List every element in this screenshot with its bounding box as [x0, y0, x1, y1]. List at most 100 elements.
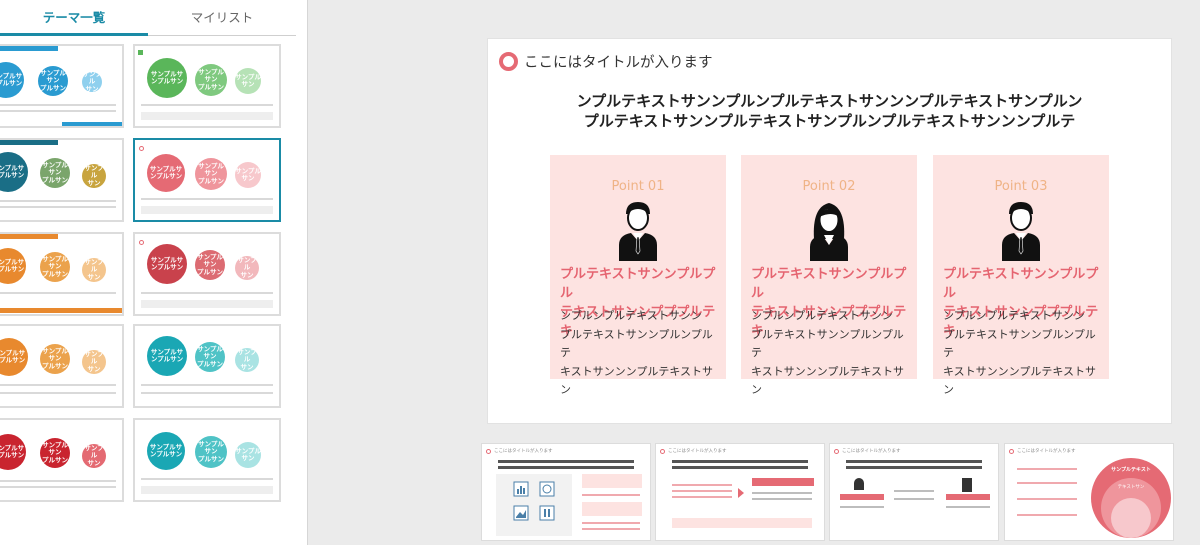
theme-thumbnail-red[interactable]: サンプルサ ンプルサン サンプルサン プルサン サンプル サン — [133, 232, 281, 316]
thumbnail-title: ここにはタイトルが入ります — [842, 449, 901, 454]
point-body-line: プルテキストサンンプルンプルテ — [751, 327, 904, 360]
thumbnail-text-line — [0, 486, 116, 488]
slide-thumbnail-2[interactable]: ここにはタイトルが入ります — [655, 443, 825, 541]
thumbnail-bullet-line — [1017, 498, 1077, 500]
point-subheading-line: プルテキストサンンプルプル — [560, 267, 716, 301]
thumbnail-text-line — [0, 392, 116, 394]
thumbnail-title-marker — [138, 50, 143, 55]
point-card-3: Point 03 プルテキストサンンプルプル テキストサンンプププルテキ ンプル… — [933, 155, 1109, 396]
slide-thumbnail-3[interactable]: ここにはタイトルが入ります — [829, 443, 999, 541]
thumbnail-text-line — [498, 466, 634, 469]
point-body-line: キストサンンンプルテキストサン — [560, 364, 714, 397]
thumbnail-title-ring-icon — [660, 449, 665, 454]
slide-thumbnail-1[interactable]: ここにはタイトルが入ります — [481, 443, 651, 541]
thumbnail-text-line — [672, 484, 732, 486]
thumbnail-circle: サンプルサンプルサン — [147, 336, 187, 376]
thumbnail-text-line — [0, 292, 116, 294]
theme-thumbnail-teal-2[interactable]: サンプルサ ンプルサン サンプルサン プルサン サンプル サン — [133, 324, 281, 408]
thumbnail-circle: サンプルサンプルサン — [40, 158, 70, 188]
point-subheading-line: プルテキストサンンプルプル — [943, 267, 1099, 301]
theme-thumbnail-orange[interactable]: サンプルサンプルサン サンプルサンプルサン サンプルサン — [0, 232, 124, 316]
thumbnail-circle: サンプル サン — [82, 164, 106, 188]
point-label: Point 02 — [802, 179, 856, 194]
thumbnail-circle: サンプル サン — [82, 258, 106, 282]
thumbnail-highlight-block — [582, 474, 642, 488]
thumbnail-circle: サンプルサンプルサン — [40, 252, 70, 282]
tab-my-list[interactable]: マイリスト — [148, 0, 296, 36]
point-body-text: ンプルンプルテキストサンン プルテキストサンンプルンプルテ キストサンンンプルテ… — [560, 307, 720, 400]
thumbnail-text-line — [582, 494, 640, 496]
thumbnail-header-bar — [0, 234, 58, 239]
slide-title: ここにはタイトルが入ります — [524, 55, 713, 71]
thumbnail-bullet-line — [1017, 514, 1077, 516]
point-card-2: Point 02 プルテキストサンンプルプル テキストサンンプププルテキ ンプル… — [741, 155, 917, 396]
thumbnail-text-line — [141, 478, 273, 480]
thumbnail-text-line — [0, 104, 116, 106]
thumbnail-bullet-line — [1017, 482, 1077, 484]
businesswoman-icon — [810, 203, 848, 261]
arrow-right-icon — [738, 488, 744, 498]
thumbnail-text-line — [141, 384, 273, 386]
thumbnail-circle: サンプルサンプルサン — [0, 248, 26, 284]
thumbnail-circle: サンプルサンプルサン — [147, 244, 187, 284]
thumbnail-text-block — [141, 300, 273, 308]
concentric-center-label: サンプルテキスト — [1111, 467, 1151, 473]
thumbnail-circle: サンプルサンプルサン — [38, 66, 68, 96]
thumbnail-circle: サンプルサンプルサン — [0, 338, 28, 376]
slide-heading-line: ンプルテキストサンンプルンプルテキストサンンンプルテキストサンプルン — [576, 92, 1083, 110]
thumbnail-circle: サンプル サン — [235, 256, 259, 280]
thumbnail-circle: サンプルサンプルサン — [40, 438, 70, 468]
thumbnail-circle: サンプル サン — [235, 348, 259, 372]
theme-thumbnail-teal-3[interactable]: サンプルサ ンプルサン サンプルサン プルサン サンプル サン — [133, 418, 281, 502]
thumbnail-circle: サンプル サン — [82, 69, 102, 93]
thumbnail-text-line — [672, 490, 732, 492]
theme-panel: テーマ一覧 マイリスト サンプルサンプルサン サンプルサンプルサン サンプルサン… — [0, 0, 308, 545]
slide-heading: ンプルテキストサンンプルンプルテキストサンンンプルテキストサンプルン プルテキス… — [488, 91, 1171, 131]
thumbnail-bullet-line — [1017, 468, 1077, 470]
thumbnail-text-line — [846, 466, 982, 469]
theme-thumbnail-pink-selected[interactable]: サンプルサ ンプルサン サンプルサン プルサン サンプル サン — [133, 138, 281, 222]
thumbnail-circle: サンプルサンプルサン — [0, 62, 24, 98]
slide-thumbnail-4[interactable]: ここにはタイトルが入ります サンプルテキスト テキストサン — [1004, 443, 1174, 541]
thumbnail-text-line — [141, 392, 273, 394]
exchange-arrow-line — [894, 498, 934, 500]
point-subheading-line: プルテキストサンンプルプル — [751, 267, 907, 301]
chart-icons — [513, 481, 555, 521]
point-body-text: ンプルンプルテキストサンン プルテキストサンンプルンプルテ キストサンンンプルテ… — [751, 307, 911, 400]
point-label: Point 03 — [994, 179, 1048, 194]
thumbnail-text-line — [672, 460, 808, 463]
thumbnail-circle: サンプル サン — [82, 444, 106, 468]
point-body-line: ンプルンプルテキストサンン — [943, 309, 1085, 322]
theme-thumbnail-green[interactable]: サンプルサ ンプルサン サンプルサン プルサン サンプル サン — [133, 44, 281, 128]
thumbnail-circle: サンプルサンプルサン — [195, 158, 227, 190]
theme-thumbnail-teal[interactable]: サンプルサンプルサン サンプルサンプルサン サンプルサン — [0, 138, 124, 222]
thumbnail-text-line — [946, 506, 990, 508]
thumbnail-text-line — [840, 506, 884, 508]
point-body-line: キストサンンンプルテキストサン — [751, 364, 905, 397]
theme-thumbnail-blue[interactable]: サンプルサンプルサン サンプルサンプルサン サンプルサン — [0, 44, 124, 128]
thumbnail-circle: サンプル サン — [235, 442, 261, 468]
thumbnail-footer-block — [672, 518, 812, 528]
thumbnail-text-line — [0, 384, 116, 386]
businessman-icon — [619, 202, 657, 261]
thumbnail-circle: サンプルサンプルサン — [147, 432, 185, 470]
thumbnail-circle: サンプルサンプルサン — [195, 250, 225, 280]
main-slide-preview[interactable]: ここにはタイトルが入ります ンプルテキストサンンプルンプルテキストサンンンプルテ… — [487, 38, 1172, 424]
thumbnail-title-ring-icon — [1009, 449, 1014, 454]
point-body-line: ンプルンプルテキストサンン — [560, 309, 702, 322]
tab-theme-list[interactable]: テーマ一覧 — [0, 0, 148, 36]
point-body-line: プルテキストサンンプルンプルテ — [560, 327, 713, 360]
thumbnail-text-line — [141, 198, 273, 200]
thumbnail-text-line — [582, 522, 640, 524]
thumbnail-circle: サンプルサンプルサン — [147, 58, 187, 98]
theme-thumbnail-crimson[interactable]: サンプルサンプルサン サンプルサンプルサン サンプルサン — [0, 418, 124, 502]
title-ring-icon — [499, 52, 518, 71]
thumbnail-circle: サンプル サン — [235, 162, 261, 188]
thumbnail-text-line — [752, 498, 812, 500]
thumbnail-text-line — [498, 460, 634, 463]
theme-thumbnail-orange-2[interactable]: サンプルサンプルサン サンプルサンプルサン サンプルサン — [0, 324, 124, 408]
thumbnail-footer-bar — [0, 308, 122, 313]
thumbnail-header-bar — [0, 46, 58, 51]
thumbnail-title-ring-icon — [486, 449, 491, 454]
thumbnail-title: ここにはタイトルが入ります — [1017, 449, 1076, 454]
